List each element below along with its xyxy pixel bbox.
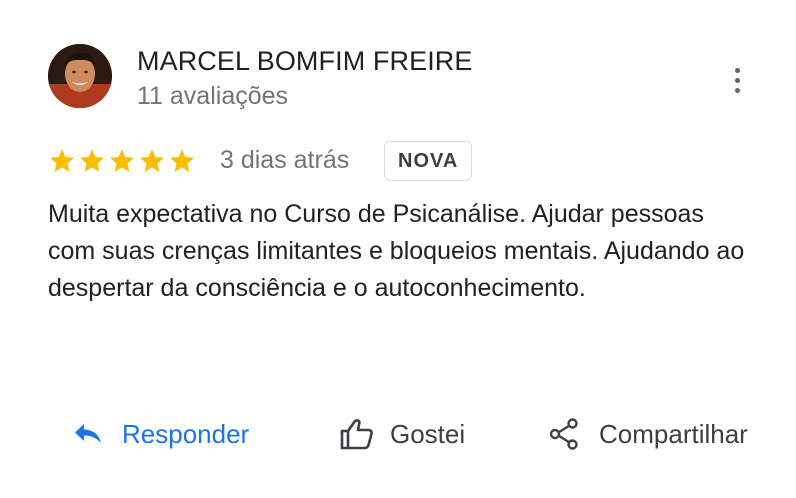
more-options-button[interactable] xyxy=(722,62,752,98)
new-badge: NOVA xyxy=(384,141,473,181)
more-vert-icon-dot xyxy=(734,77,740,83)
star-icon xyxy=(169,149,195,172)
reviewer-name[interactable]: MARCEL BOMFIM FREIRE xyxy=(137,46,473,77)
review-text: Muita expectativa no Curso de Psicanális… xyxy=(48,200,745,302)
thumb-up-icon xyxy=(340,419,373,450)
reply-label: Responder xyxy=(122,418,250,449)
more-vert-icon xyxy=(734,67,740,73)
reply-icon xyxy=(75,424,101,443)
review-date: 3 dias atrás xyxy=(220,146,350,174)
star-icon xyxy=(109,149,135,172)
share-button[interactable]: Compartilhar xyxy=(549,412,748,456)
star-icon xyxy=(49,149,75,172)
share-label: Compartilhar xyxy=(599,418,748,449)
like-label: Gostei xyxy=(390,418,466,449)
like-button[interactable]: Gostei xyxy=(340,412,465,456)
star-rating xyxy=(48,146,196,176)
star-icon xyxy=(79,149,105,172)
reviewer-review-count: 11 avaliações xyxy=(137,82,289,110)
share-icon xyxy=(549,418,578,450)
reply-button[interactable]: Responder xyxy=(74,412,249,456)
avatar[interactable] xyxy=(48,44,112,108)
star-icon xyxy=(139,149,165,172)
more-vert-icon-dot xyxy=(734,87,740,93)
